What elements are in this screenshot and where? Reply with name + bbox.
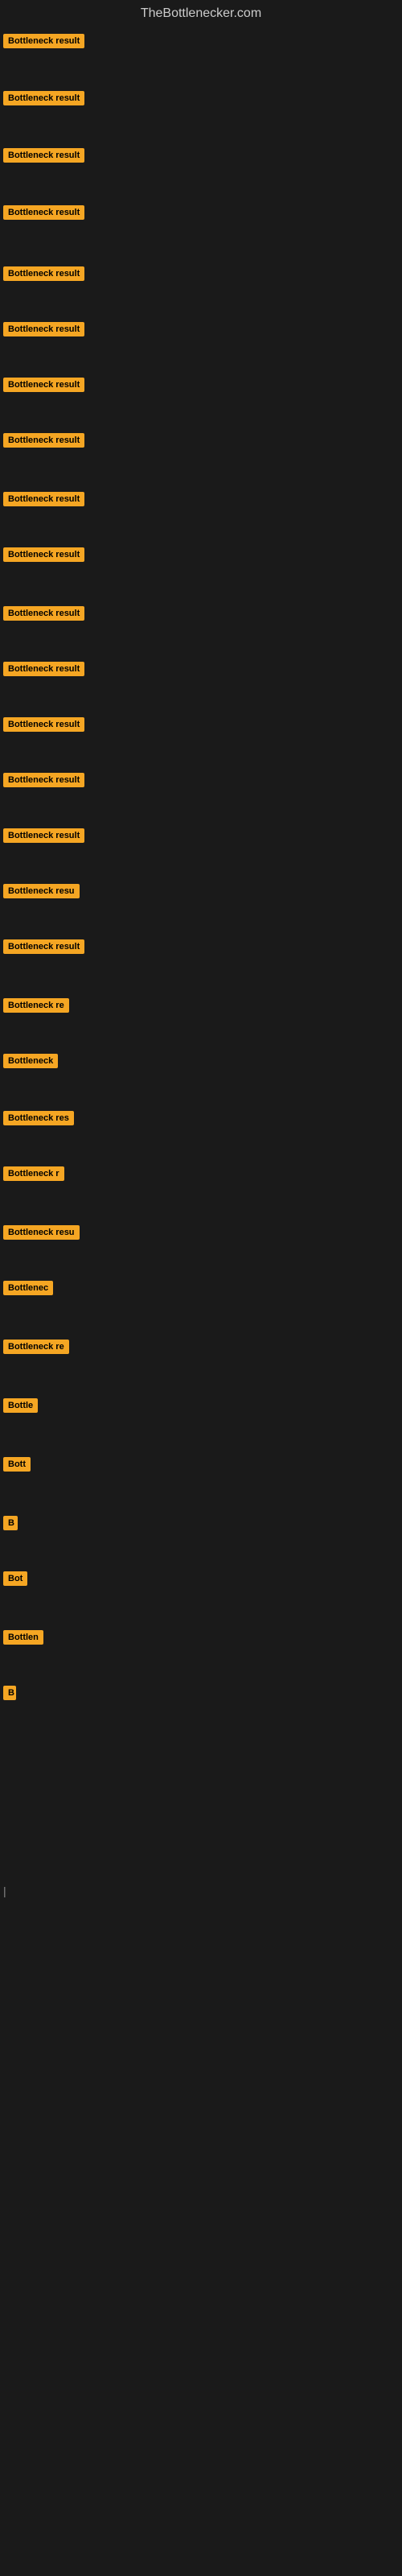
list-item: Bottle (3, 1395, 402, 1420)
list-item: Bottleneck result (3, 770, 402, 795)
bottleneck-result-badge[interactable]: Bottleneck result (3, 322, 84, 336)
bottleneck-result-badge[interactable]: Bottleneck result (3, 662, 84, 676)
list-item: Bottleneck result (3, 603, 402, 628)
list-item: Bottleneck result (3, 825, 402, 850)
list-item: Bottleneck r (3, 1163, 402, 1188)
bottleneck-result-badge[interactable]: B (3, 1686, 16, 1700)
bottleneck-result-badge[interactable]: Bott (3, 1457, 31, 1472)
list-item: Bottleneck result (3, 263, 402, 288)
list-item: Bottlen (3, 1627, 402, 1652)
list-item: Bottleneck result (3, 374, 402, 399)
list-item: Bottleneck re (3, 1336, 402, 1361)
list-item: B (3, 1513, 402, 1538)
list-item: Bottlenec (3, 1278, 402, 1302)
bottleneck-result-badge[interactable]: Bottleneck result (3, 91, 84, 105)
bottleneck-result-badge[interactable]: Bottleneck result (3, 378, 84, 392)
list-item: Bottleneck result (3, 145, 402, 170)
bottleneck-result-badge[interactable]: Bottleneck r (3, 1166, 64, 1181)
list-item: Bottleneck result (3, 714, 402, 739)
bottleneck-result-badge[interactable]: Bottleneck result (3, 492, 84, 506)
list-item (3, 1772, 402, 1778)
bottleneck-result-badge[interactable]: Bottleneck result (3, 547, 84, 562)
bottleneck-result-badge[interactable]: Bottleneck result (3, 148, 84, 163)
list-item (3, 2076, 402, 2083)
list-item: Bottleneck result (3, 544, 402, 569)
list-item: Bottleneck result (3, 88, 402, 113)
list-item: Bottleneck result (3, 202, 402, 227)
bottleneck-result-badge[interactable]: Bottleneck result (3, 433, 84, 448)
bottleneck-result-badge[interactable]: Bottle (3, 1398, 38, 1413)
list-item: Bottleneck result (3, 489, 402, 514)
bottleneck-result-badge[interactable]: Bottleneck result (3, 717, 84, 732)
list-item: Bottleneck (3, 1051, 402, 1075)
list-item: Bottleneck resu (3, 1222, 402, 1247)
bottleneck-result-badge[interactable]: Bottleneck result (3, 828, 84, 843)
bottleneck-result-badge[interactable]: B (3, 1516, 18, 1530)
list-item (3, 1967, 402, 1973)
list-item: Bottleneck result (3, 31, 402, 56)
list-item (3, 1827, 402, 1833)
bottleneck-list: Bottleneck result Bottleneck result Bottle… (0, 31, 402, 2083)
bottleneck-result-badge[interactable]: Bottleneck result (3, 773, 84, 787)
bottleneck-result-badge[interactable]: Bottlen (3, 1630, 43, 1645)
list-item: Bottleneck result (3, 430, 402, 455)
list-item: Bottleneck resu (3, 881, 402, 906)
list-item: Bot (3, 1568, 402, 1593)
bottleneck-result-badge[interactable]: Bottleneck resu (3, 884, 80, 898)
bottleneck-result-badge[interactable]: Bottleneck resu (3, 1225, 80, 1240)
bottleneck-result-badge[interactable]: Bot (3, 1571, 27, 1586)
list-item: Bottleneck result (3, 658, 402, 683)
list-item: | (3, 1881, 402, 1902)
list-item: Bottleneck result (3, 936, 402, 961)
bottleneck-result-badge[interactable]: Bottleneck re (3, 998, 69, 1013)
bottleneck-result-badge[interactable]: Bottleneck result (3, 266, 84, 281)
list-item: B (3, 1682, 402, 1707)
bottleneck-result-badge[interactable]: Bottleneck res (3, 1111, 74, 1125)
list-item (3, 2021, 402, 2028)
list-item: Bott (3, 1454, 402, 1479)
list-item: Bottleneck re (3, 995, 402, 1020)
bottleneck-result-badge[interactable]: Bottleneck result (3, 939, 84, 954)
bottleneck-result-badge[interactable]: Bottleneck (3, 1054, 58, 1068)
list-item: Bottleneck res (3, 1108, 402, 1133)
bottleneck-result-badge[interactable]: Bottleneck result (3, 606, 84, 621)
site-title: TheBottlenecker.com (0, 0, 402, 24)
bottleneck-result-badge[interactable]: Bottleneck result (3, 34, 84, 48)
bottleneck-result-badge[interactable]: Bottlenec (3, 1281, 53, 1295)
site-title-bar: TheBottlenecker.com (0, 0, 402, 24)
bottleneck-result-badge[interactable]: Bottleneck re (3, 1340, 69, 1354)
list-item: Bottleneck result (3, 319, 402, 344)
bottleneck-result-badge[interactable]: Bottleneck result (3, 205, 84, 220)
